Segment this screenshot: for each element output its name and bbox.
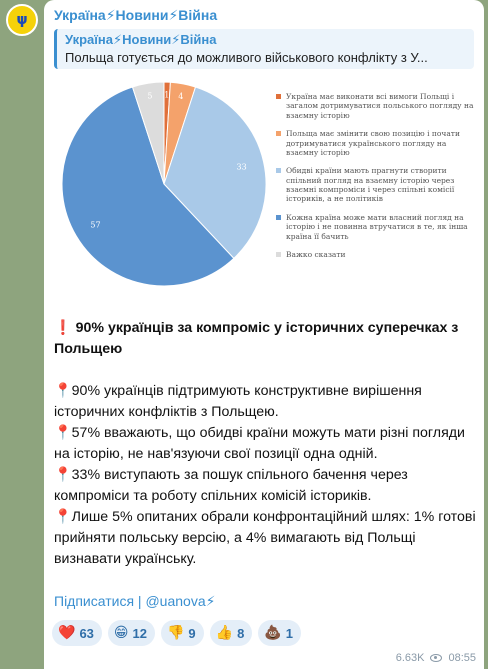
heart-icon: ❤️ — [58, 625, 76, 641]
grin-icon: 😁 — [113, 625, 129, 641]
post-headline: ❗️ 90% українців за компроміс у історичн… — [54, 320, 459, 357]
view-count: 6.63K — [395, 652, 425, 664]
legend-swatch — [276, 168, 281, 174]
legend-label: Кожна країна може мати власний погляд на… — [286, 212, 468, 241]
poop-icon: 💩 — [264, 625, 282, 641]
legend-swatch — [276, 131, 281, 137]
message-time: 08:55 — [448, 652, 476, 664]
eye-icon — [430, 654, 443, 662]
legend-swatch — [276, 94, 281, 99]
link-separator: | — [134, 593, 146, 609]
reaction-thumbs-up[interactable]: 👍 8 — [209, 620, 253, 646]
legend-swatch — [276, 214, 281, 220]
pie-data-label-2: 33 — [237, 163, 247, 172]
reaction-count: 63 — [79, 625, 94, 641]
legend-item-1: Польща має змінити свою позицію і почати… — [276, 129, 476, 157]
reactions-bar: ❤️ 63 😁 12 👎 9 👍 8 💩 1 — [52, 620, 301, 646]
post-line: 📍90% українців підтримують конструктивне… — [54, 383, 422, 420]
pie-chart: 1 4 33 57 5 — [61, 81, 267, 287]
thumbs-down-icon: 👎 — [166, 625, 185, 641]
reply-title: Україна⚡Новини⚡Війна — [65, 32, 217, 47]
pie-data-label-3: 57 — [90, 220, 100, 229]
legend-label: Польща має змінити свою позицію і почати… — [286, 129, 460, 157]
legend-item-4: Важко сказати — [276, 250, 476, 259]
reaction-count: 1 — [285, 625, 293, 641]
channel-handle-link[interactable]: @uanova⚡ — [145, 593, 215, 609]
legend-label: Україна має виконати всі вимоги Польщі і… — [286, 92, 474, 120]
reaction-count: 8 — [237, 625, 245, 641]
legend-item-0: Україна має виконати всі вимоги Польщі і… — [276, 92, 476, 120]
reply-preview[interactable]: Україна⚡Новини⚡Війна Польща готується до… — [54, 29, 474, 69]
poll-chart-image[interactable]: 1 4 33 57 5 Україна має виконати всі вимоги … — [44, 76, 484, 306]
reaction-heart[interactable]: ❤️ 63 — [52, 620, 102, 646]
post-line: 📍57% вважають, що обидві країни можуть м… — [54, 425, 465, 462]
reaction-thumbs-down[interactable]: 👎 9 — [160, 620, 204, 646]
reply-text: Польща готується до можливого військовог… — [65, 50, 428, 65]
pie-data-label-4: 5 — [147, 91, 152, 100]
post-line: 📍33% виступають за пошук спільного бачен… — [54, 467, 408, 504]
pie-data-label-1: 4 — [178, 92, 183, 101]
legend-item-2: Обидві країни мають прагнути створити сп… — [276, 166, 476, 204]
channel-name[interactable]: Україна⚡Новини⚡Війна — [54, 7, 217, 24]
chart-legend: Україна має виконати всі вимоги Польщі і… — [276, 92, 476, 268]
reaction-count: 9 — [188, 625, 196, 641]
reaction-grin[interactable]: 😁 12 — [107, 620, 155, 646]
post-text: ❗️ 90% українців за компроміс у історичн… — [54, 318, 476, 570]
reaction-count: 12 — [132, 625, 147, 641]
thumbs-up-icon: 👍 — [215, 625, 234, 641]
post-line: 📍Лише 5% опитаних обрали конфронтаційний… — [54, 509, 476, 567]
subscribe-link[interactable]: Підписатися — [54, 593, 134, 609]
pie-data-label-0: 1 — [164, 90, 169, 99]
trident-icon: ψ — [16, 12, 28, 28]
message-bubble: Україна⚡Новини⚡Війна Україна⚡Новини⚡Війн… — [44, 0, 484, 669]
legend-item-3: Кожна країна може мати власний погляд на… — [276, 213, 476, 241]
legend-label: Важко сказати — [286, 249, 346, 259]
post-links: Підписатися | @uanova⚡ — [54, 593, 215, 610]
legend-label: Обидві країни мають прагнути створити сп… — [286, 166, 455, 204]
message-meta: 6.63K 08:55 — [396, 652, 476, 664]
legend-swatch — [276, 251, 281, 257]
reaction-poop[interactable]: 💩 1 — [258, 620, 301, 646]
channel-avatar[interactable]: ψ — [6, 4, 38, 36]
